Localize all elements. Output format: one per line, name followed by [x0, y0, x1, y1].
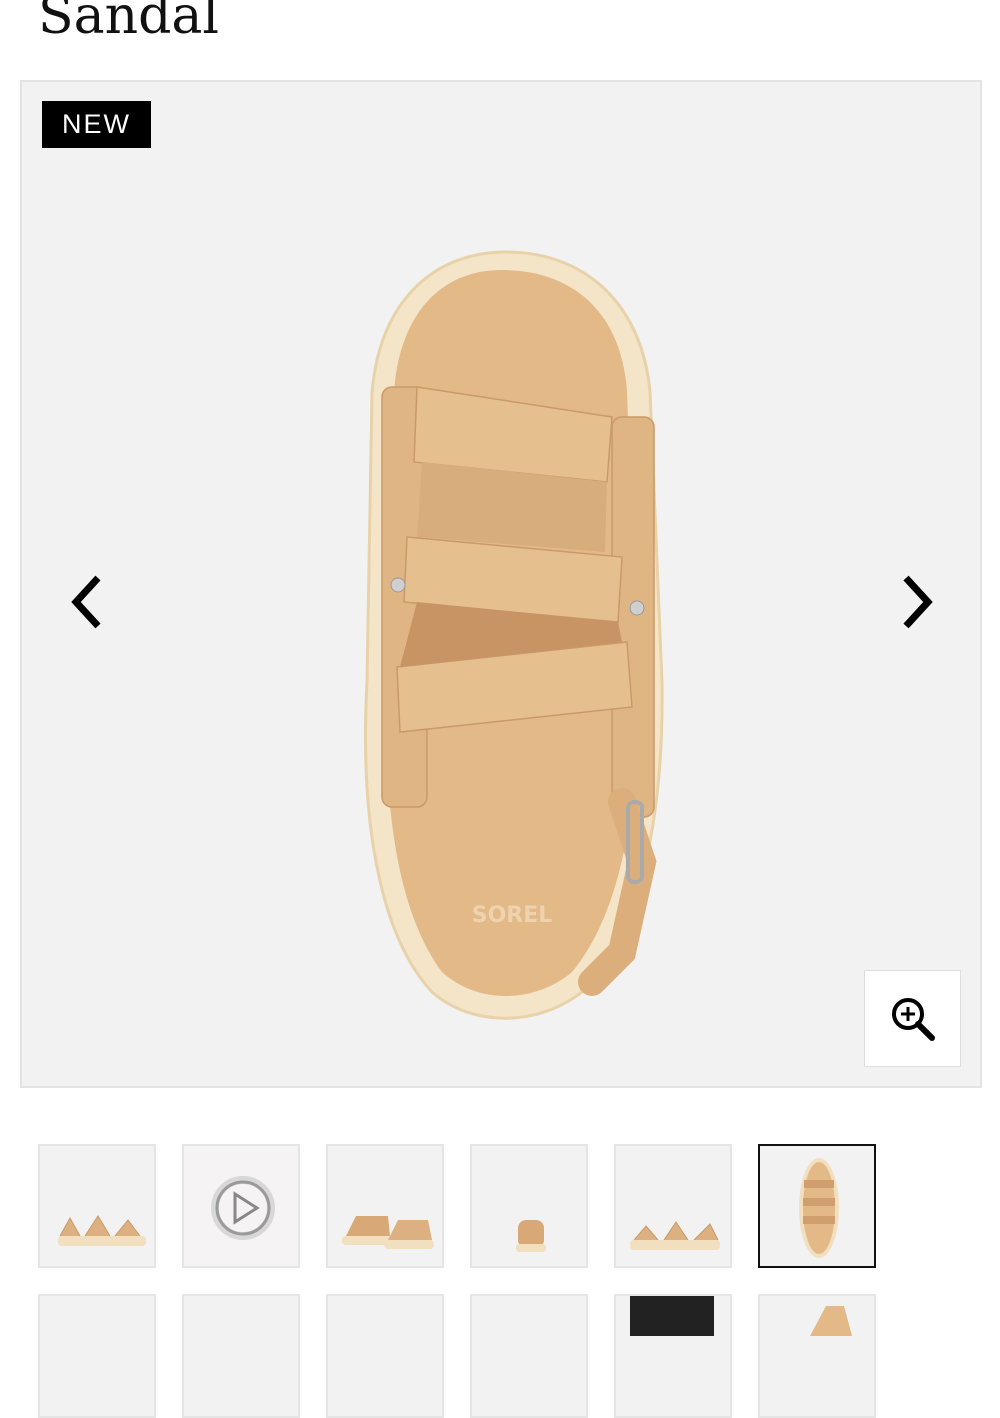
new-badge: NEW [42, 101, 151, 148]
thumbnail-11[interactable] [614, 1294, 732, 1418]
thumbnail-12[interactable] [758, 1294, 876, 1418]
chevron-right-icon [903, 575, 933, 629]
main-product-image: SOREL [364, 250, 664, 1020]
sandal-side-alt-thumb-image [630, 1221, 720, 1250]
product-image-gallery: NEW SOREL [20, 80, 982, 1088]
sandal-pair-thumb-image [342, 1216, 434, 1249]
thumbnail-5[interactable] [614, 1144, 732, 1268]
sandal-top-thumb-image [799, 1158, 839, 1258]
chevron-left-icon [71, 575, 101, 629]
sandal-back-thumb-image [516, 1220, 546, 1252]
zoom-in-icon [891, 997, 935, 1041]
thumbnail-1[interactable] [38, 1144, 156, 1268]
thumbnail-10[interactable] [470, 1294, 588, 1418]
thumbnail-7[interactable] [38, 1294, 156, 1418]
zoom-button[interactable] [864, 970, 961, 1067]
thumbnail-9[interactable] [326, 1294, 444, 1418]
svg-text:SOREL: SOREL [472, 903, 553, 928]
sandal-detail-thumb-image [810, 1306, 852, 1336]
thumbnail-4[interactable] [470, 1144, 588, 1268]
thumbnail-3[interactable] [326, 1144, 444, 1268]
thumbnail-2-video[interactable] [182, 1144, 300, 1268]
lifestyle-thumb-image [630, 1296, 714, 1336]
previous-image-button[interactable] [56, 570, 116, 634]
thumbnail-6-selected[interactable] [758, 1144, 876, 1268]
next-image-button[interactable] [888, 570, 948, 634]
product-title: Sandal [38, 0, 220, 46]
thumbnail-8[interactable] [182, 1294, 300, 1418]
play-icon [211, 1176, 275, 1240]
sandal-side-thumb-image [58, 1215, 146, 1246]
